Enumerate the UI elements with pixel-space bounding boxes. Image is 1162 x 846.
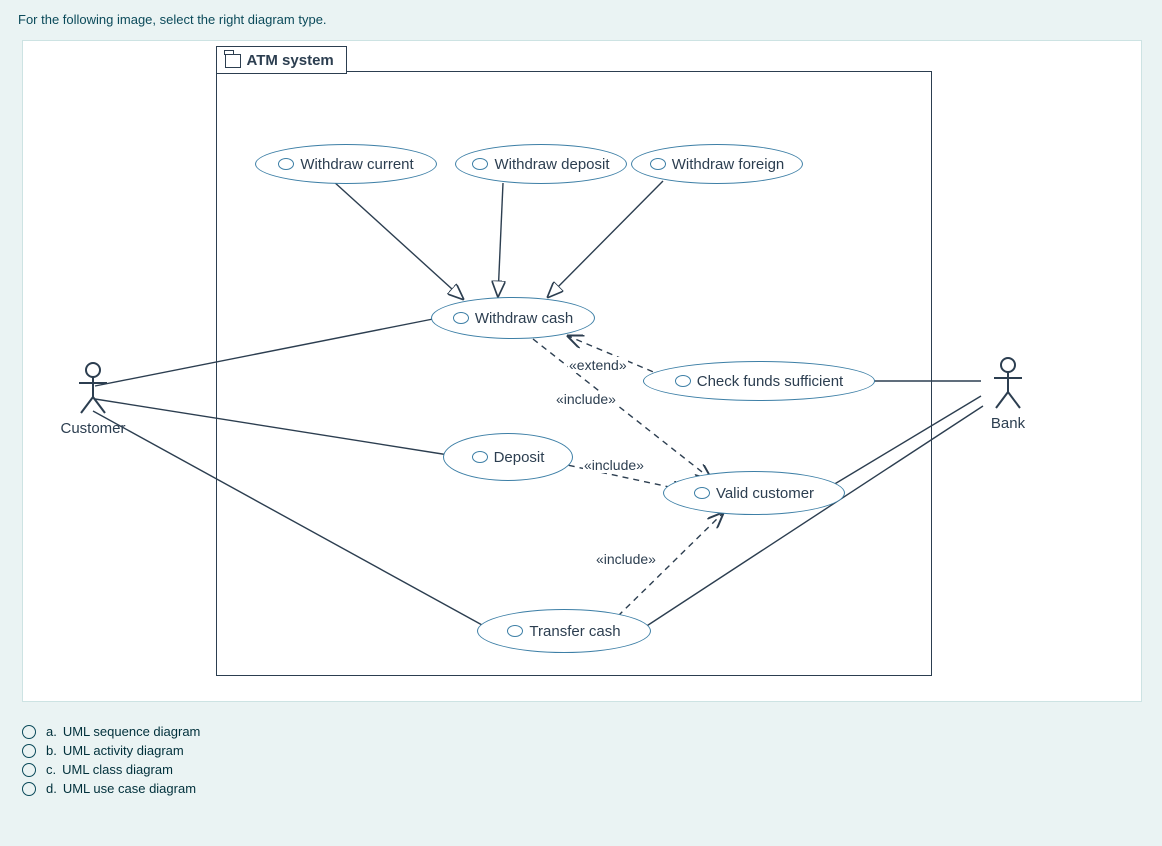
- usecase-label: Withdraw cash: [475, 310, 573, 327]
- system-title: ATM system: [247, 52, 334, 69]
- usecase-withdraw-foreign: Withdraw foreign: [631, 144, 803, 184]
- actor-bank-label: Bank: [968, 415, 1048, 432]
- actor-customer: Customer: [43, 361, 143, 437]
- radio-icon[interactable]: [22, 782, 36, 796]
- actor-customer-label: Customer: [43, 420, 143, 437]
- stereotype-extend: «extend»: [568, 357, 628, 373]
- option-letter: c.: [46, 762, 56, 777]
- radio-icon[interactable]: [22, 744, 36, 758]
- stereotype-include: «include»: [583, 457, 645, 473]
- usecase-label: Withdraw current: [300, 156, 413, 173]
- question-text: For the following image, select the righ…: [18, 12, 327, 27]
- oval-icon: [675, 375, 691, 387]
- usecase-transfer-cash: Transfer cash: [477, 609, 651, 653]
- oval-icon: [507, 625, 523, 637]
- system-title-tab: ATM system: [216, 46, 347, 74]
- radio-icon[interactable]: [22, 725, 36, 739]
- option-letter: d.: [46, 781, 57, 796]
- answer-options: a. UML sequence diagram b. UML activity …: [22, 720, 200, 800]
- usecase-valid-customer: Valid customer: [663, 471, 845, 515]
- usecase-label: Check funds sufficient: [697, 373, 843, 390]
- folder-icon: [225, 54, 241, 68]
- usecase-label: Valid customer: [716, 485, 814, 502]
- usecase-deposit: Deposit: [443, 433, 573, 481]
- option-label: UML sequence diagram: [63, 724, 201, 739]
- usecase-check-funds: Check funds sufficient: [643, 361, 875, 401]
- option-label: UML activity diagram: [63, 743, 184, 758]
- radio-icon[interactable]: [22, 763, 36, 777]
- usecase-withdraw-deposit: Withdraw deposit: [455, 144, 627, 184]
- actor-bank: Bank: [968, 356, 1048, 432]
- usecase-withdraw-current: Withdraw current: [255, 144, 437, 184]
- usecase-label: Withdraw deposit: [494, 156, 609, 173]
- person-icon: [988, 356, 1028, 411]
- oval-icon: [650, 158, 666, 170]
- stereotype-include: «include»: [595, 551, 657, 567]
- usecase-label: Deposit: [494, 449, 545, 466]
- option-letter: b.: [46, 743, 57, 758]
- diagram-frame: ATM system Customer Bank: [22, 40, 1142, 702]
- person-icon: [73, 361, 113, 416]
- option-a[interactable]: a. UML sequence diagram: [22, 724, 200, 739]
- option-d[interactable]: d. UML use case diagram: [22, 781, 200, 796]
- oval-icon: [453, 312, 469, 324]
- oval-icon: [472, 158, 488, 170]
- usecase-withdraw-cash: Withdraw cash: [431, 297, 595, 339]
- oval-icon: [278, 158, 294, 170]
- oval-icon: [472, 451, 488, 463]
- oval-icon: [694, 487, 710, 499]
- option-letter: a.: [46, 724, 57, 739]
- page: For the following image, select the righ…: [0, 0, 1162, 846]
- option-label: UML use case diagram: [63, 781, 196, 796]
- usecase-label: Withdraw foreign: [672, 156, 785, 173]
- usecase-label: Transfer cash: [529, 623, 620, 640]
- stereotype-include: «include»: [555, 391, 617, 407]
- option-c[interactable]: c. UML class diagram: [22, 762, 200, 777]
- option-b[interactable]: b. UML activity diagram: [22, 743, 200, 758]
- option-label: UML class diagram: [62, 762, 173, 777]
